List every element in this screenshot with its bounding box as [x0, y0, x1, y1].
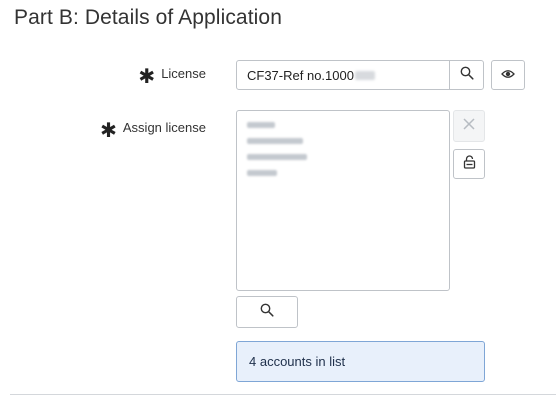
lookup-accounts-button[interactable] — [236, 296, 298, 328]
license-field[interactable]: CF37-Ref no.1000 — [236, 60, 450, 90]
unlock-icon — [463, 154, 476, 174]
license-label-row: ✱ License — [138, 65, 206, 88]
list-item[interactable] — [247, 119, 439, 131]
accounts-count-text: 4 accounts in list — [249, 354, 346, 369]
list-item[interactable] — [247, 151, 439, 163]
unlock-button[interactable] — [453, 149, 485, 179]
remove-button[interactable] — [453, 110, 485, 142]
required-asterisk: ✱ — [138, 65, 156, 88]
redacted-digits — [354, 70, 375, 80]
license-search-button[interactable] — [449, 60, 484, 90]
assign-label-row: ✱ Assign license — [100, 119, 206, 142]
list-item[interactable] — [247, 135, 439, 147]
license-value: CF37-Ref no.1000 — [247, 67, 354, 83]
search-icon — [460, 66, 474, 85]
assigned-accounts-list[interactable] — [236, 110, 450, 291]
eye-icon — [501, 66, 515, 84]
license-label: License — [161, 66, 206, 81]
accounts-count-info: 4 accounts in list — [236, 341, 485, 382]
divider — [10, 394, 556, 395]
required-asterisk: ✱ — [100, 119, 117, 142]
license-preview-button[interactable] — [491, 60, 525, 90]
close-icon — [463, 117, 475, 135]
search-icon — [260, 303, 274, 322]
section-title: Part B: Details of Application — [14, 6, 282, 29]
list-item[interactable] — [247, 167, 439, 179]
assign-license-label: Assign license — [122, 120, 206, 135]
